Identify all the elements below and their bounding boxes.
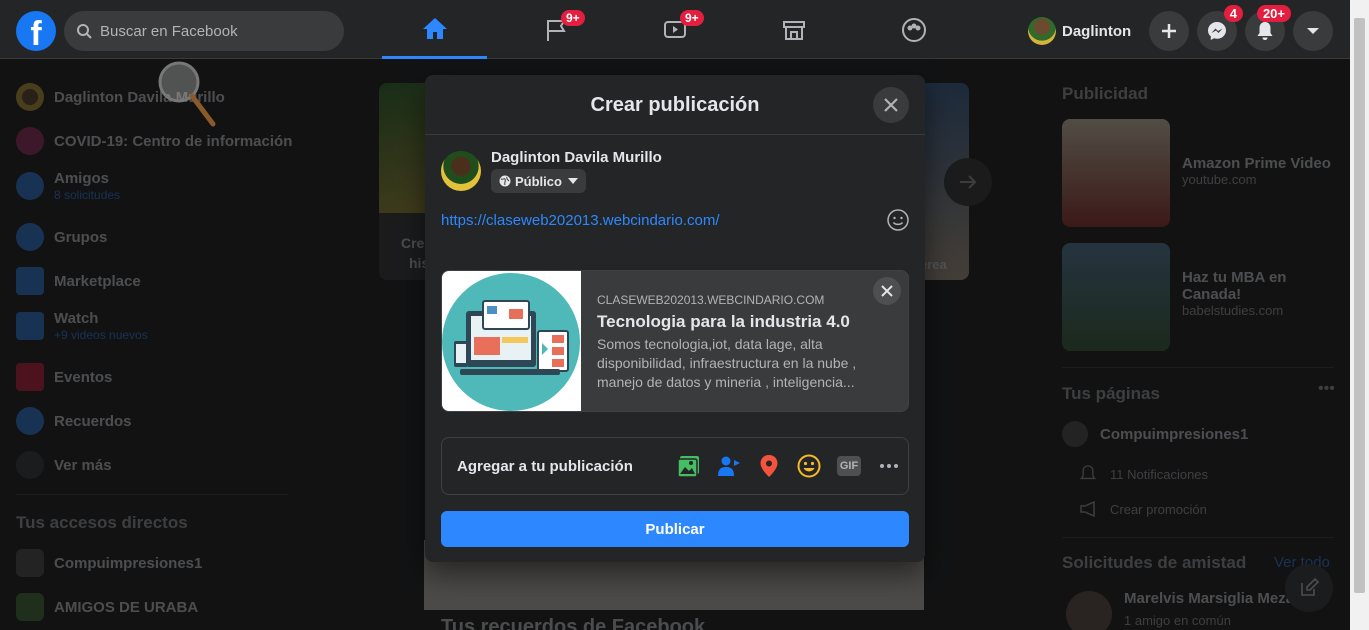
messenger-badge: 4: [1223, 5, 1243, 22]
privacy-selector[interactable]: Público: [491, 169, 586, 193]
add-to-post-bar: Agregar a tu publicación GIF: [441, 437, 909, 495]
tab-home[interactable]: [382, 0, 487, 59]
tag-people-button[interactable]: [711, 448, 747, 484]
privacy-label: Público: [515, 173, 562, 189]
account-menu-button[interactable]: [1293, 11, 1333, 51]
search-input[interactable]: [100, 22, 320, 40]
more-options-button[interactable]: [871, 448, 907, 484]
feeling-smiley-icon: [797, 454, 821, 478]
groups-icon: [901, 17, 926, 42]
messenger-button[interactable]: 4: [1197, 5, 1243, 51]
facebook-logo-icon[interactable]: f: [16, 11, 56, 51]
pages-badge: 9+: [561, 10, 585, 26]
magnifier-cursor-icon: [158, 61, 216, 127]
gif-button[interactable]: GIF: [831, 448, 867, 484]
search-icon: [77, 24, 92, 39]
home-icon: [422, 18, 447, 39]
search-box[interactable]: [64, 11, 344, 51]
post-text-input[interactable]: https://claseweb202013.webcindario.com/: [441, 212, 720, 229]
avatar: [441, 151, 481, 191]
create-button[interactable]: [1149, 11, 1189, 51]
gif-icon: GIF: [837, 456, 861, 476]
watch-badge: 9+: [680, 10, 704, 26]
page-scrollbar[interactable]: [1350, 0, 1369, 630]
publish-button[interactable]: Publicar: [441, 511, 909, 547]
profile-name: Daglinton: [1062, 22, 1132, 40]
link-domain: CLASEWEB202013.WEBCINDARIO.COM: [597, 293, 825, 307]
close-icon: [881, 285, 893, 297]
tab-pages[interactable]: 9+: [503, 0, 608, 59]
profile-chip[interactable]: Daglinton: [1024, 11, 1139, 51]
close-button[interactable]: [873, 87, 909, 123]
create-post-dialog: Crear publicación Daglinton Davila Muril…: [425, 75, 925, 562]
emoji-button[interactable]: [886, 208, 910, 232]
messenger-icon: [1208, 22, 1226, 40]
photo-video-button[interactable]: [671, 448, 707, 484]
tab-watch[interactable]: 9+: [622, 0, 727, 59]
remove-link-preview-button[interactable]: [873, 277, 901, 305]
feeling-button[interactable]: [791, 448, 827, 484]
tab-marketplace[interactable]: [741, 0, 846, 59]
smiley-icon: [887, 209, 909, 231]
add-to-post-label: Agregar a tu publicación: [457, 457, 633, 475]
top-navigation-bar: f 9+ 9+ Daglinton 4 20+: [0, 0, 1350, 59]
author-name: Daglinton Davila Murillo: [491, 149, 662, 166]
notifications-button[interactable]: 20+: [1245, 5, 1291, 51]
store-icon: [782, 20, 805, 40]
tab-groups[interactable]: [861, 0, 966, 59]
caret-down-icon: [567, 178, 578, 184]
dialog-title: Crear publicación: [425, 75, 925, 135]
avatar: [1028, 17, 1056, 45]
link-title: Tecnologia para la industria 4.0: [597, 312, 850, 331]
check-in-button[interactable]: [751, 448, 787, 484]
link-description: Somos tecnologia,iot, data lage, alta di…: [597, 336, 857, 390]
scrollbar-thumb[interactable]: [1354, 18, 1365, 593]
tag-people-icon: [718, 456, 740, 476]
globe-icon: [499, 175, 511, 187]
link-preview-card[interactable]: CLASEWEB202013.WEBCINDARIO.COM Tecnologi…: [441, 270, 909, 412]
link-preview-image: [442, 271, 581, 411]
caret-down-icon: [1307, 28, 1319, 34]
bell-icon: [1257, 22, 1273, 40]
gif-label: GIF: [839, 460, 859, 472]
photo-icon: [677, 456, 699, 478]
plus-icon: [1162, 24, 1176, 38]
more-horizontal-icon: [880, 464, 898, 468]
close-icon: [884, 98, 898, 112]
location-pin-icon: [760, 455, 778, 477]
notifications-badge: 20+: [1256, 5, 1291, 22]
